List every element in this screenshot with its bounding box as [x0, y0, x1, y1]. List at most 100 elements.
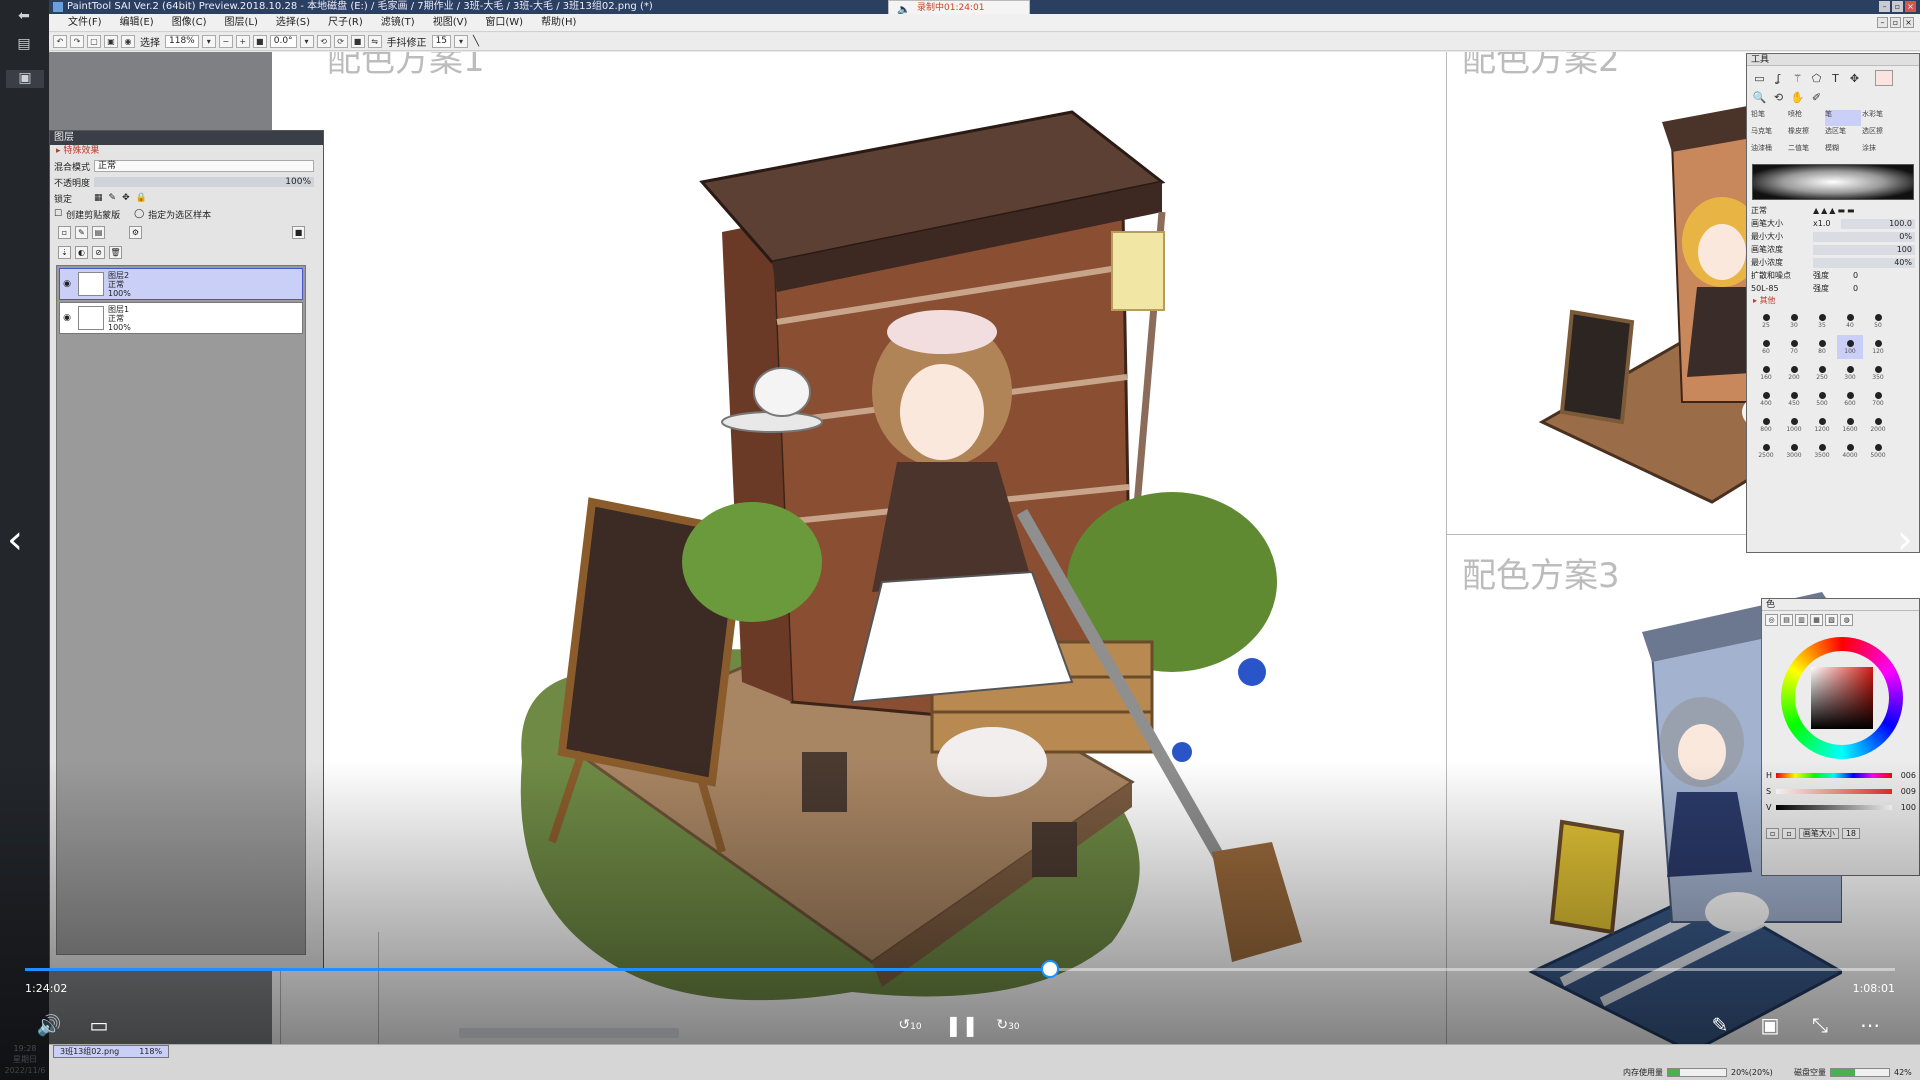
new-folder-icon[interactable]: ▤: [92, 225, 105, 239]
tool-eraser[interactable]: 橡皮擦: [1788, 127, 1824, 143]
opacity-slider[interactable]: 100%: [94, 177, 314, 187]
volume-icon[interactable]: 🔊: [35, 1012, 63, 1038]
brush-shape-icons[interactable]: ▲▲▲▬▬: [1813, 206, 1857, 215]
tool-airbrush[interactable]: 喷枪: [1788, 110, 1824, 126]
progress-knob[interactable]: [1040, 960, 1059, 978]
texture-select[interactable]: 50L-85: [1751, 284, 1813, 293]
zoom-icon[interactable]: 🔍: [1751, 89, 1768, 106]
redo-icon[interactable]: ↷: [70, 35, 84, 48]
brush-blend-select[interactable]: 正常: [1751, 205, 1813, 216]
blend-mode-select[interactable]: 正常: [94, 160, 314, 172]
more-icon[interactable]: ⋯: [1856, 1012, 1884, 1038]
brush-size-preset[interactable]: 120: [1865, 335, 1891, 359]
brush-size-preset[interactable]: 700: [1865, 387, 1891, 411]
brush-size-slider[interactable]: 100.0: [1841, 218, 1915, 229]
tool-blur[interactable]: 模糊: [1825, 144, 1861, 160]
brush-size-preset[interactable]: 450: [1781, 387, 1807, 411]
video-progress-bar[interactable]: [25, 960, 1895, 978]
hsv-tab[interactable]: ▥: [1795, 614, 1808, 626]
menu-file[interactable]: 文件(F): [59, 14, 111, 31]
menu-edit[interactable]: 编辑(E): [111, 14, 163, 31]
brush-size-preset[interactable]: 400: [1753, 387, 1779, 411]
apply-mask-icon[interactable]: ◐: [75, 245, 88, 259]
menu-image[interactable]: 图像(C): [163, 14, 216, 31]
brush-size-preset[interactable]: 2500: [1753, 439, 1779, 463]
zoom-reset-icon[interactable]: ■: [252, 35, 267, 48]
value-slider[interactable]: V 100: [1766, 801, 1916, 813]
effects-section-toggle[interactable]: ▸ 特殊效果: [50, 145, 323, 158]
rect-select-icon[interactable]: ▭: [1751, 70, 1768, 87]
rewind-button[interactable]: ↺10: [896, 1012, 924, 1038]
brush-size-preset[interactable]: 3500: [1809, 439, 1835, 463]
brush-size-preset[interactable]: 300: [1837, 361, 1863, 385]
brush-size-preset[interactable]: 1200: [1809, 413, 1835, 437]
flip-icon[interactable]: ⇋: [367, 35, 382, 48]
brush-size-preset[interactable]: 50: [1865, 309, 1891, 333]
swatch-tab[interactable]: ▦: [1810, 614, 1823, 626]
color-square[interactable]: [1811, 667, 1873, 729]
color-wheel-tab[interactable]: ◎: [1765, 614, 1778, 626]
menu-select[interactable]: 选择(S): [267, 14, 319, 31]
zoom-field[interactable]: 118%: [165, 35, 199, 48]
tool-binary-pen[interactable]: 二值笔: [1788, 144, 1824, 160]
brush-size-preset[interactable]: 200: [1781, 361, 1807, 385]
clip-checkbox[interactable]: ☐: [54, 209, 62, 219]
subtitle-icon[interactable]: ▭: [85, 1012, 113, 1038]
rotate-reset-icon[interactable]: ■: [350, 35, 365, 48]
brush-size-preset[interactable]: 1600: [1837, 413, 1863, 437]
rotate-right-icon[interactable]: ⟳: [333, 35, 348, 48]
zoom-dropdown-icon[interactable]: ▾: [201, 35, 216, 48]
eye-icon[interactable]: ◉: [60, 279, 74, 289]
next-chevron-icon[interactable]: ›: [1890, 520, 1920, 560]
rotate-left-icon[interactable]: ⟲: [316, 35, 331, 48]
brush-size-preset[interactable]: 500: [1809, 387, 1835, 411]
shape-select[interactable]: 扩散和噪点: [1751, 270, 1813, 281]
ref-radio[interactable]: ◯: [134, 209, 144, 219]
hue-value[interactable]: 006: [1892, 771, 1916, 780]
menu-ruler[interactable]: 尺子(R): [319, 14, 372, 31]
doc-minimize-button[interactable]: –: [1877, 17, 1888, 28]
forward-button[interactable]: ↻30: [994, 1012, 1022, 1038]
magic-wand-icon[interactable]: ⚚: [1789, 70, 1806, 87]
minimize-button[interactable]: –: [1879, 1, 1890, 12]
pen-icon[interactable]: ✎: [1706, 1012, 1734, 1038]
back-arrow-icon[interactable]: ⬅: [12, 8, 36, 26]
fg-color-box[interactable]: ▫: [1766, 827, 1780, 839]
zoom-in-icon[interactable]: +: [235, 35, 250, 48]
close-button[interactable]: ×: [1905, 1, 1916, 12]
value-value[interactable]: 100: [1892, 803, 1916, 812]
eye-icon[interactable]: ◉: [60, 313, 74, 323]
shape-strength-value[interactable]: 0: [1853, 271, 1858, 280]
tool-bucket[interactable]: 油漆桶: [1751, 144, 1787, 160]
lock-all-icon[interactable]: 🔒: [136, 193, 147, 203]
layer-item[interactable]: ◉ 图层1 正常 100%: [59, 302, 303, 334]
eyedropper-icon[interactable]: ✐: [1808, 89, 1825, 106]
brush-size-preset[interactable]: 60: [1753, 335, 1779, 359]
tool-pencil[interactable]: 铅笔: [1751, 110, 1787, 126]
tool-marker[interactable]: 马克笔: [1751, 127, 1787, 143]
brush-size-preset[interactable]: 70: [1781, 335, 1807, 359]
tool-select-eraser[interactable]: 选区擦: [1862, 127, 1898, 143]
brush-size-preset[interactable]: 2000: [1865, 413, 1891, 437]
doc-close-button[interactable]: ×: [1903, 17, 1914, 28]
artboard[interactable]: 配色方案1 配色方案2 配色方案3: [272, 52, 1920, 1057]
panel-menu-icon[interactable]: ■: [292, 225, 305, 239]
document-tab[interactable]: 3班13组02.png 118%: [53, 1045, 170, 1058]
menu-filter[interactable]: 滤镜(T): [372, 14, 424, 31]
brush-size-preset[interactable]: 40: [1837, 309, 1863, 333]
tool-pen[interactable]: 笔: [1825, 110, 1861, 126]
lock-paint-icon[interactable]: ✎: [109, 193, 117, 203]
invert-selection-icon[interactable]: ▣: [104, 35, 118, 48]
menu-help[interactable]: 帮助(H): [532, 14, 585, 31]
exit-fullscreen-icon[interactable]: ⤡: [1806, 1012, 1834, 1038]
mixer-tab[interactable]: ▧: [1825, 614, 1838, 626]
pause-icon[interactable]: ❚❚: [945, 1012, 979, 1038]
picture-in-picture-icon[interactable]: ▣: [1756, 1012, 1784, 1038]
brush-size-preset[interactable]: 3000: [1781, 439, 1807, 463]
brush-size-preset[interactable]: 800: [1753, 413, 1779, 437]
brush-size-preset[interactable]: 35: [1809, 309, 1835, 333]
min-density-slider[interactable]: 40%: [1813, 257, 1915, 268]
brush-size-preset[interactable]: 4000: [1837, 439, 1863, 463]
brush-size-preset[interactable]: 5000: [1865, 439, 1891, 463]
maximize-button[interactable]: ▫: [1892, 1, 1903, 12]
